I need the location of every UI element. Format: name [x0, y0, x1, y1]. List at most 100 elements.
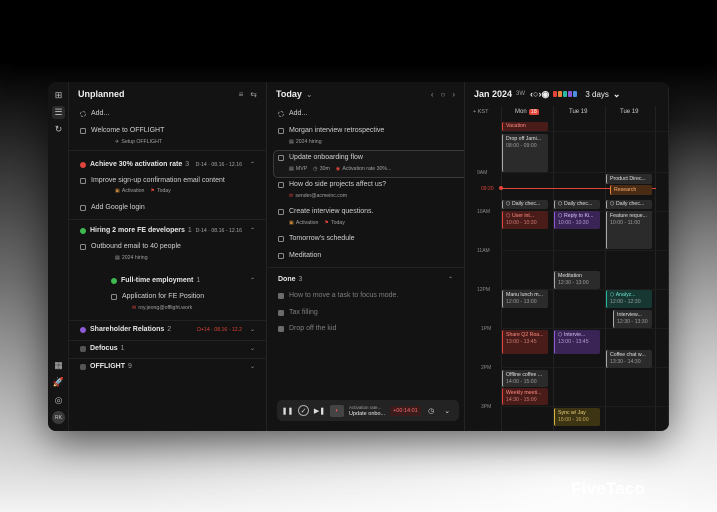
calendar-event[interactable]: ⬡ Intervie... 13:00 - 13:45: [554, 330, 600, 354]
defocus-icon: [80, 345, 86, 352]
day-header[interactable]: Tue 19: [569, 109, 587, 115]
time-label: 1PM: [481, 326, 492, 332]
calendar-event[interactable]: Product Direc...: [606, 174, 652, 184]
task-checkbox[interactable]: [278, 235, 284, 242]
chevron-down-icon[interactable]: ⌄: [613, 89, 621, 100]
calendar-icon[interactable]: ▦: [52, 359, 65, 372]
complete-button[interactable]: ✓: [298, 405, 309, 416]
day-header[interactable]: Mon 18: [515, 109, 539, 115]
task-item[interactable]: Create interview questions.: [267, 208, 464, 215]
done-header[interactable]: Done 3: [267, 276, 464, 283]
calendar-event[interactable]: Interview... 12:30 - 13:30: [613, 310, 652, 328]
chevron-up-icon[interactable]: ⌃: [250, 277, 255, 284]
calendar-event[interactable]: ⬡ Reply to Ki... 10:00 - 10:30: [554, 211, 600, 229]
player-info: Activation rate... Update onbo...: [349, 404, 386, 417]
calendar-column: Jan 2024 3W ‹ ○ › ◉ 3 days ⌄ + KST Mon 18…: [465, 82, 669, 431]
task-checkbox[interactable]: [278, 154, 284, 161]
focus-icon[interactable]: ↻: [52, 123, 65, 136]
calendar-event[interactable]: ⬡ Analyz... 12:00 - 12:30: [606, 290, 652, 308]
swap-icon[interactable]: ⇆: [250, 90, 257, 99]
task-checkbox[interactable]: [111, 293, 117, 300]
task-sub: ▤ MVP ◷ 30m ◉ Activation rate 30%...: [289, 166, 392, 172]
range-select[interactable]: 3 days: [585, 90, 609, 99]
calendar-event[interactable]: Research: [610, 185, 652, 195]
task-checkbox-checked[interactable]: [278, 325, 284, 332]
task-checkbox[interactable]: [278, 181, 284, 188]
group-header-offlight[interactable]: OFFLIGHT 9: [69, 363, 266, 370]
done-task-item[interactable]: Drop off the kid: [267, 325, 464, 332]
grid-icon[interactable]: ⊞: [52, 89, 65, 102]
next-icon[interactable]: ›: [452, 90, 455, 99]
task-item[interactable]: Application for FE Position: [69, 293, 266, 300]
calendar-event[interactable]: ⬡ Daily chec...: [554, 200, 600, 209]
task-item[interactable]: Tomorrow's schedule: [267, 235, 464, 242]
task-item[interactable]: Improve sign-up confirmation email conte…: [69, 177, 266, 184]
calendar-event[interactable]: Sync w/ Jay 15:00 - 16:00: [554, 408, 600, 426]
task-checkbox-checked[interactable]: [278, 292, 284, 299]
skip-button[interactable]: ▶❚: [314, 405, 325, 416]
task-checkbox[interactable]: [80, 127, 86, 134]
calendar-event[interactable]: Meditation 12:30 - 13:00: [554, 271, 600, 289]
task-item[interactable]: Morgan interview retrospective: [267, 127, 464, 134]
task-sub: ✉ roy.jeong@offlight.work: [132, 305, 193, 311]
goal-icon: [80, 326, 86, 333]
today-dot-icon[interactable]: ○: [440, 90, 445, 99]
day-header[interactable]: Tue 19: [620, 109, 638, 115]
done-task-item[interactable]: How to move a task to focus mode.: [267, 292, 464, 299]
task-item[interactable]: Meditation: [267, 252, 464, 259]
task-checkbox[interactable]: [80, 243, 86, 250]
calendar-event[interactable]: Manu lunch m... 12:00 - 13:00: [502, 290, 548, 308]
group-header-fulltime[interactable]: Full-time employment 1: [69, 277, 266, 284]
task-checkbox[interactable]: [80, 177, 86, 184]
chevron-down-icon[interactable]: ⌄: [250, 345, 255, 352]
calendar-event[interactable]: Vacation: [502, 122, 548, 131]
task-checkbox[interactable]: [278, 208, 284, 215]
calendar-event[interactable]: Coffee chat w... 13:30 - 14:30: [606, 350, 652, 368]
chevron-down-icon[interactable]: ⌄: [306, 90, 313, 99]
chevron-down-icon[interactable]: ⌄: [250, 326, 255, 333]
task-item[interactable]: Add Google login: [69, 204, 266, 211]
task-item[interactable]: Outbound email to 40 people: [69, 243, 266, 250]
task-sub: ▣ Activation ⚑ Today: [115, 188, 171, 194]
task-checkbox-checked[interactable]: [278, 309, 284, 316]
calendar-event[interactable]: Feature reque... 10:00 - 11:00: [606, 211, 652, 249]
chevron-up-icon[interactable]: ⌃: [250, 227, 255, 234]
timezone-label[interactable]: + KST: [473, 109, 488, 115]
calendar-event[interactable]: ⬡ Daily chec...: [502, 200, 548, 209]
rocket-icon[interactable]: 🚀: [52, 376, 65, 389]
time-label: 12PM: [477, 287, 491, 293]
task-checkbox[interactable]: [80, 204, 86, 211]
task-item[interactable]: How do side projects affect us?: [267, 181, 464, 188]
unplanned-header: Unplanned ≡ ⇆: [69, 82, 266, 106]
group-header-defocus[interactable]: Defocus 1: [69, 345, 266, 352]
task-sub: ▤ 2024 hiring: [289, 139, 322, 145]
task-checkbox[interactable]: [278, 127, 284, 134]
add-task-input[interactable]: Add...: [267, 110, 464, 117]
prev-icon[interactable]: ‹: [431, 90, 434, 99]
app-window: ⊞ ☰ ↻ ▦ 🚀 ◎ RK Unplanned ≡ ⇆ Add... Welc…: [48, 82, 669, 431]
chevron-up-icon[interactable]: ⌃: [448, 276, 453, 283]
sort-icon[interactable]: ≡: [239, 90, 244, 99]
compass-icon[interactable]: ◎: [52, 394, 65, 407]
add-task-input[interactable]: Add...: [69, 110, 266, 117]
calendar-event[interactable]: ⬡ User int... 10:00 - 10:30: [502, 211, 548, 229]
task-checkbox[interactable]: [278, 252, 284, 259]
avatar[interactable]: RK: [52, 411, 65, 424]
calendar-event[interactable]: Weekly meeti... 14:30 - 15:00: [502, 388, 548, 405]
calendar-colors-icon[interactable]: [553, 91, 578, 97]
done-task-item[interactable]: Tax filling: [267, 309, 464, 316]
chevron-down-icon[interactable]: ⌄: [250, 363, 255, 370]
task-item[interactable]: Welcome to OFFLIGHT: [69, 127, 266, 134]
current-time-label: 09:20: [481, 186, 494, 192]
calendar-event[interactable]: Share Q2 Roa... 13:00 - 13:45: [502, 330, 548, 354]
calendar-event[interactable]: Drop off Jami... 08:00 - 09:00: [502, 134, 548, 172]
chevron-down-icon[interactable]: ⌄: [442, 405, 453, 416]
pause-button[interactable]: ❚❚: [282, 405, 294, 416]
tasks-view-icon[interactable]: ☰: [52, 106, 65, 119]
timer-icon[interactable]: ◷: [426, 405, 437, 416]
chevron-up-icon[interactable]: ⌃: [250, 161, 255, 168]
eye-icon[interactable]: ◉: [541, 89, 549, 100]
calendar-event[interactable]: ⬡ Daily chec...: [606, 200, 652, 209]
calendar-event[interactable]: Offline coffee ... 14:00 - 15:00: [502, 370, 548, 387]
task-item[interactable]: Update onboarding flow: [267, 154, 464, 161]
